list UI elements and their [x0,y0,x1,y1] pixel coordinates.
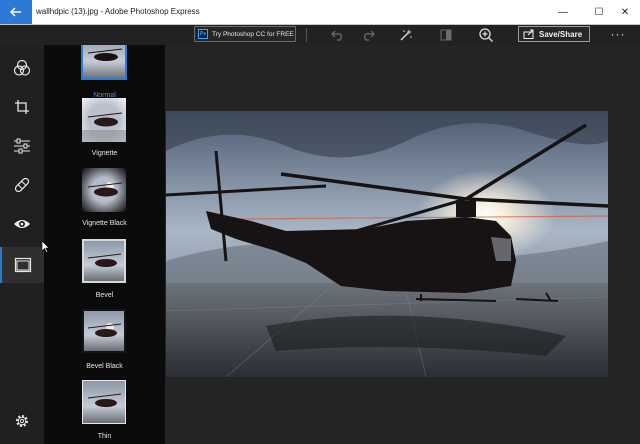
preset-vignette-black[interactable]: Vignette Black [44,168,165,238]
window-title: wallhdpic (13).jpg - Adobe Photoshop Exp… [36,7,200,16]
minimize-button[interactable]: — [548,0,578,24]
undo-icon[interactable] [330,27,346,43]
photo-preview [166,111,608,377]
crop-icon [15,100,29,114]
preset-thumbnail [82,309,126,353]
back-arrow-icon [10,7,21,17]
back-button[interactable] [0,0,32,24]
preset-thumbnail [82,168,126,212]
preset-label: Thin [97,433,112,440]
preset-label: Bevel Black [86,363,123,370]
preset-thumbnail [82,98,126,142]
looks-circles-icon [13,59,31,76]
magic-wand-icon[interactable] [398,27,414,43]
eye-icon [14,220,30,228]
share-icon [523,29,534,39]
tool-adjust[interactable] [0,130,44,162]
preset-vignette[interactable]: Vignette [44,98,165,168]
preset-normal[interactable]: Normal [44,45,165,105]
preset-bevel-black[interactable]: Bevel Black [44,309,165,379]
tool-borders[interactable] [0,247,44,283]
preset-thumbnail [82,239,126,283]
title-bar: wallhdpic (13).jpg - Adobe Photoshop Exp… [0,0,640,25]
tool-settings[interactable] [0,405,44,437]
redo-icon[interactable] [360,27,376,43]
save-share-label: Save/Share [539,29,583,39]
zoom-in-icon[interactable] [478,27,494,43]
mouse-cursor-icon [42,241,50,253]
tool-red-eye[interactable] [0,208,44,240]
preset-bevel[interactable]: Bevel [44,239,165,309]
toolbar-divider [306,28,307,42]
save-share-button[interactable]: Save/Share [518,26,590,42]
photoshop-logo-icon: Ps [198,29,208,39]
border-frame-icon [14,257,32,273]
compare-icon[interactable] [438,27,454,43]
preset-label: Bevel [95,292,114,299]
try-photoshop-label: Try Photoshop CC for FREE [212,30,294,38]
gear-icon [16,415,28,427]
tool-looks[interactable] [0,52,44,84]
more-options-button[interactable]: ··· [606,27,630,43]
bandage-icon [14,177,30,193]
preset-thin[interactable]: Thin [44,380,165,444]
close-button[interactable]: ✕ [610,0,640,24]
tool-crop[interactable] [0,91,44,123]
preset-thumbnail [82,380,126,424]
border-presets-panel: Normal Vignette Vignette Black Bevel Bev… [44,45,165,444]
sliders-icon [14,138,30,154]
tool-heal[interactable] [0,169,44,201]
preset-label: Vignette Black [82,220,127,227]
preset-thumbnail [81,45,127,80]
top-toolbar: Ps Try Photoshop CC for FREE Save/Share … [0,25,640,45]
try-photoshop-button[interactable]: Ps Try Photoshop CC for FREE [194,26,296,42]
tool-sidebar [0,45,44,444]
preset-label: Vignette [91,150,118,157]
